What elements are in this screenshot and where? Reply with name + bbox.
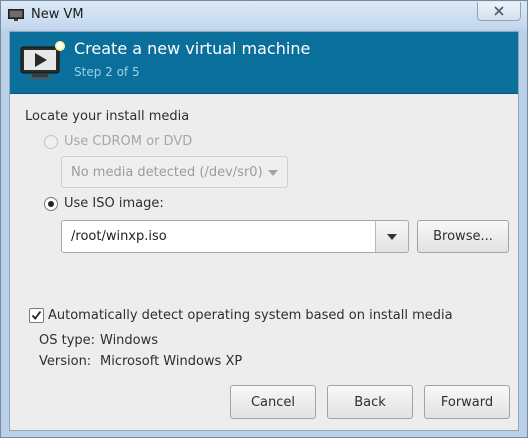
os-type-value: Windows: [100, 333, 159, 348]
iso-radio[interactable]: [44, 197, 58, 211]
forward-button[interactable]: Forward: [424, 385, 510, 419]
vm-wizard-icon: [20, 41, 65, 79]
wizard-step: Step 2 of 5: [74, 65, 140, 79]
cdrom-device-value: No media detected (/dev/sr0): [71, 165, 263, 180]
window-title: New VM: [31, 7, 84, 22]
cdrom-radio[interactable]: [44, 135, 58, 149]
new-vm-window: New VM Create a new virtual machine Step…: [0, 0, 528, 438]
chevron-down-icon: [268, 170, 278, 176]
cancel-button[interactable]: Cancel: [230, 385, 316, 419]
wizard-title: Create a new virtual machine: [74, 39, 311, 58]
close-icon: [494, 6, 504, 16]
cdrom-radio-label: Use CDROM or DVD: [64, 134, 193, 149]
title-bar[interactable]: New VM: [1, 1, 527, 29]
back-button[interactable]: Back: [327, 385, 413, 419]
iso-path-input[interactable]: /root/winxp.iso: [71, 229, 167, 244]
browse-button[interactable]: Browse...: [417, 220, 509, 253]
auto-detect-os-checkbox[interactable]: [29, 308, 44, 323]
version-label: Version:: [39, 354, 92, 369]
cdrom-device-select[interactable]: No media detected (/dev/sr0): [61, 156, 288, 188]
iso-history-dropdown-button[interactable]: [376, 221, 408, 252]
version-value: Microsoft Windows XP: [100, 354, 243, 369]
iso-radio-label: Use ISO image:: [64, 196, 164, 211]
chevron-down-icon: [387, 234, 397, 240]
vm-monitor-icon: [8, 9, 24, 21]
auto-detect-os-label: Automatically detect operating system ba…: [48, 308, 453, 323]
install-media-label: Locate your install media: [25, 109, 190, 124]
wizard-header: Create a new virtual machine Step 2 of 5: [10, 32, 518, 94]
dialog-content: Create a new virtual machine Step 2 of 5…: [9, 31, 519, 431]
radio-selected-dot: [48, 201, 54, 207]
iso-path-combo[interactable]: /root/winxp.iso: [61, 220, 409, 253]
close-button[interactable]: [477, 2, 521, 21]
checkmark-icon: [31, 310, 42, 320]
os-type-label: OS type:: [39, 333, 96, 348]
